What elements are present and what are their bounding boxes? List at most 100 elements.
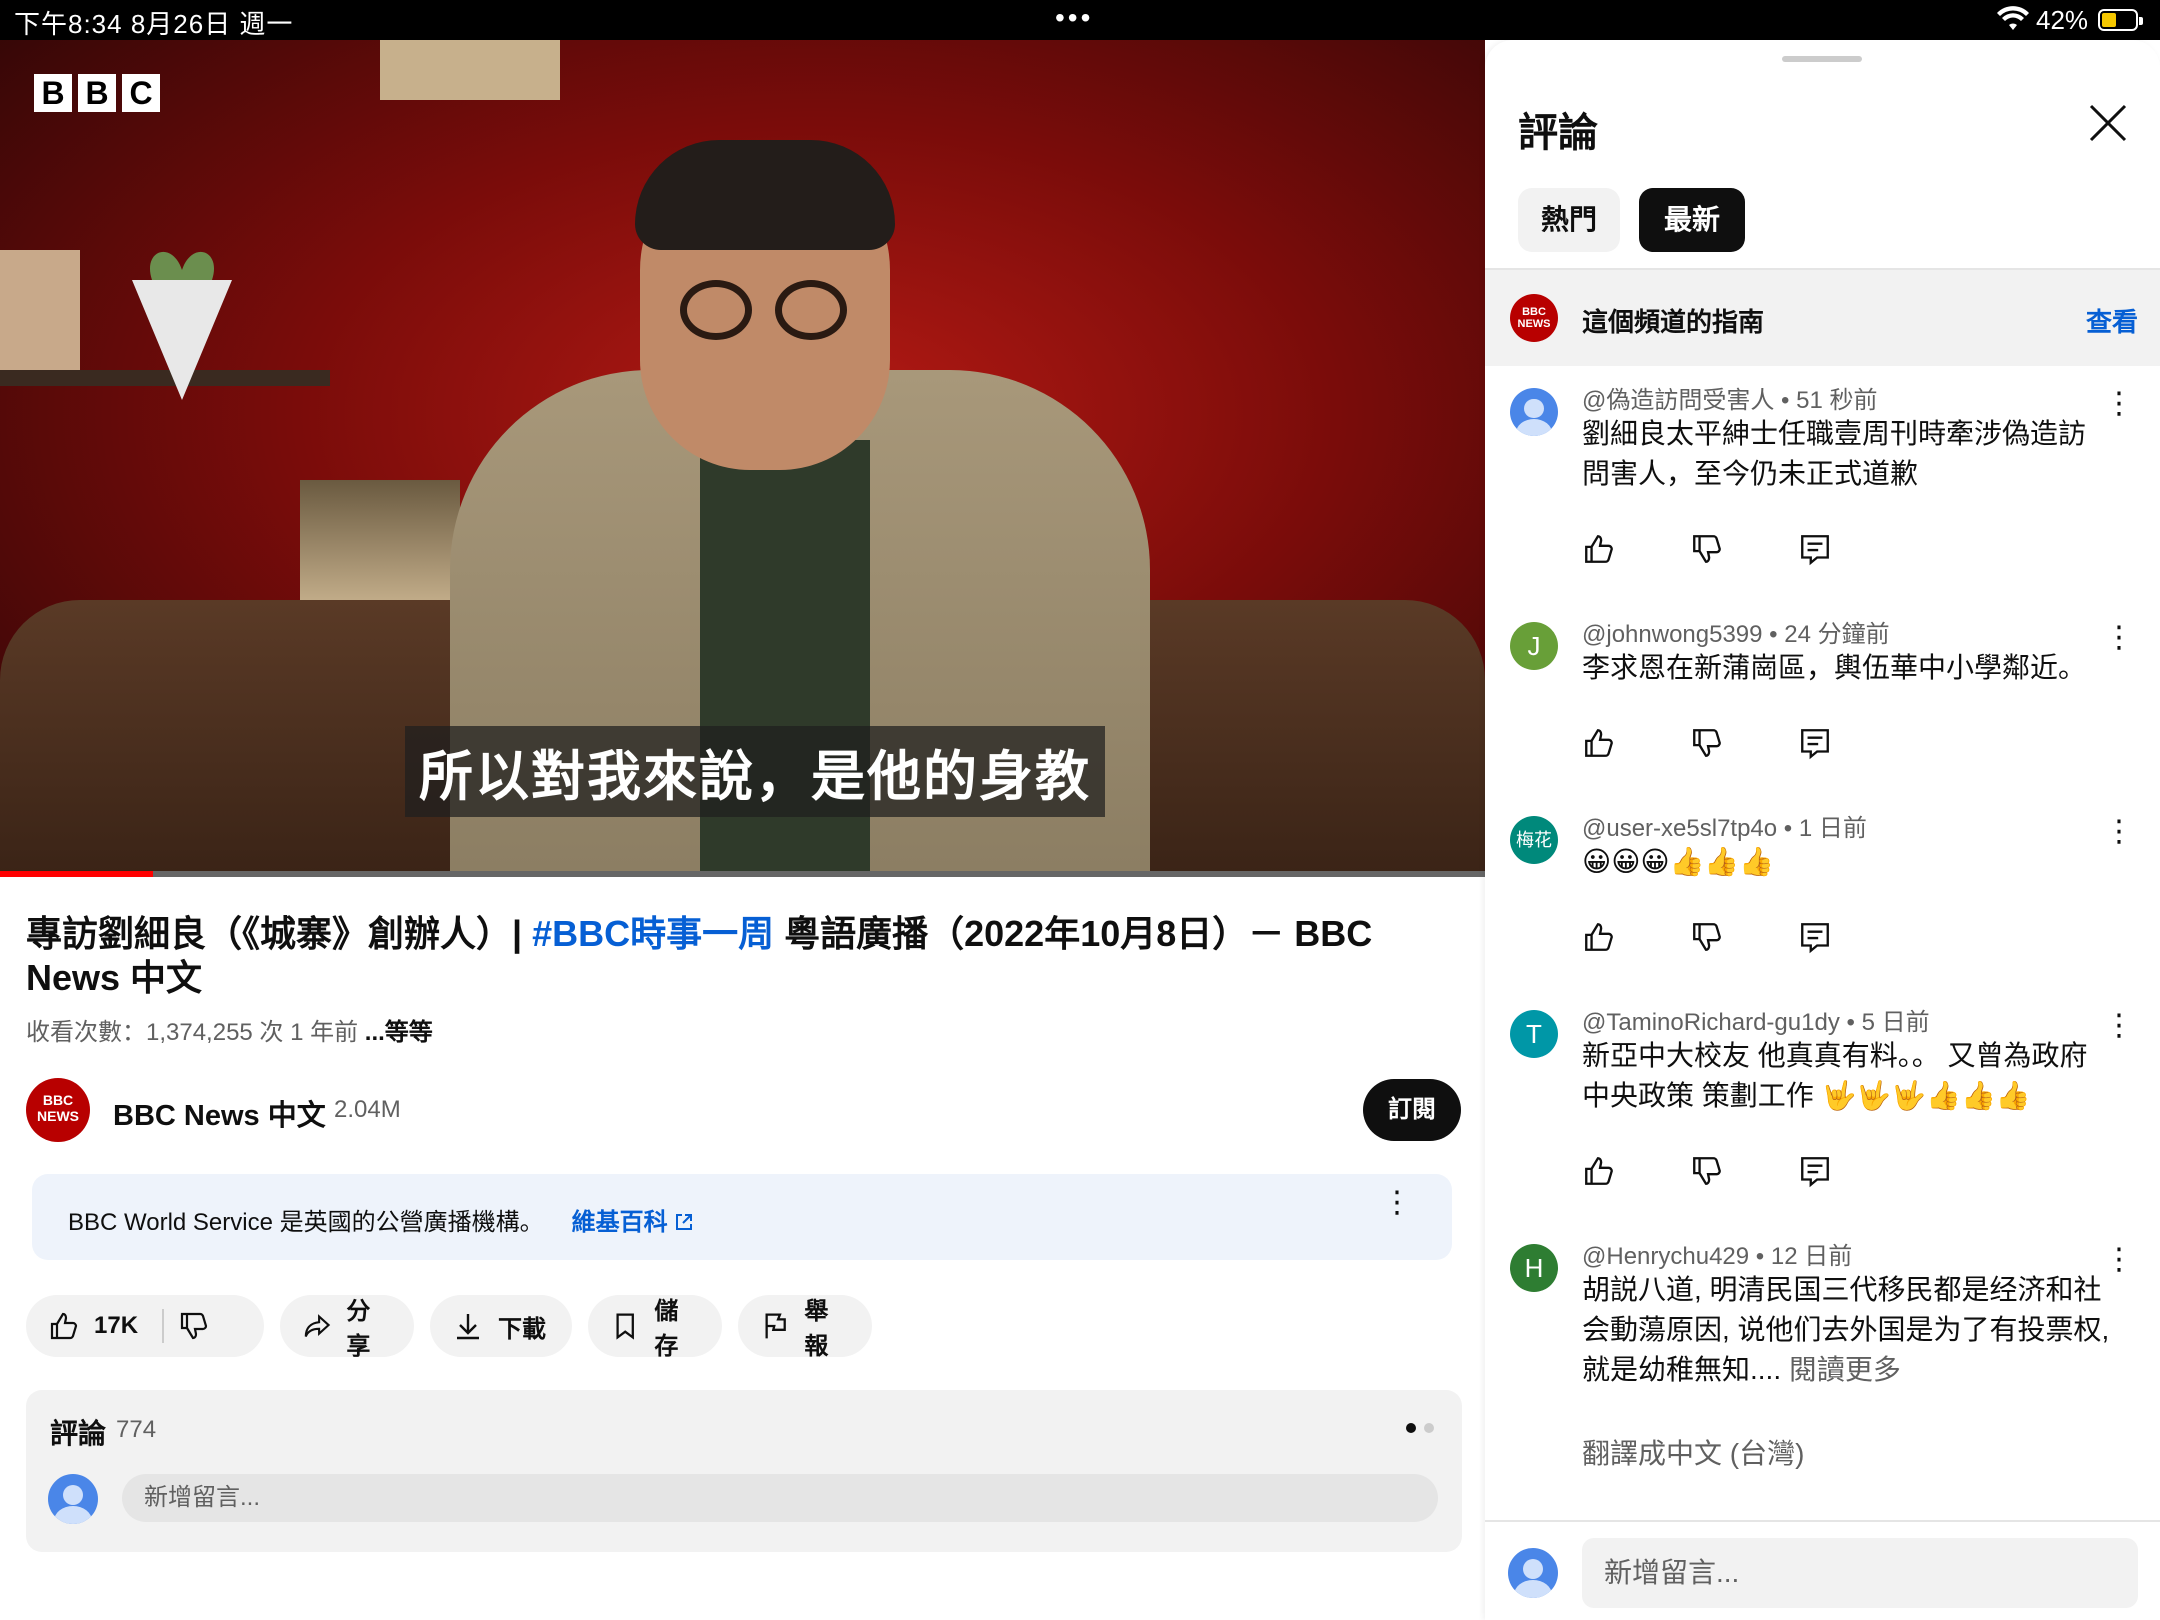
thumbs-up-icon[interactable] <box>48 1310 80 1342</box>
reply-icon[interactable] <box>1798 726 1832 760</box>
reply-icon[interactable] <box>1798 532 1832 566</box>
battery-icon <box>2098 9 2143 31</box>
comment-header: @TaminoRichard-gu1dy • 5 日前 <box>1582 1009 1930 1036</box>
thumbs-down-icon[interactable] <box>1690 726 1724 760</box>
comment-time: 12 日前 <box>1770 1243 1853 1270</box>
comment-author[interactable]: @user-xe5sl7tp4o <box>1582 815 1777 842</box>
panel-title: 評論 <box>1518 111 1598 155</box>
comment-time: 24 分鐘前 <box>1784 621 1890 648</box>
like-count[interactable]: 17K <box>94 1312 138 1340</box>
video-meta[interactable]: 收看次數：1,374,255 次 1 年前 ...等等 <box>26 1012 433 1047</box>
comment-avatar[interactable]: 梅花 <box>1510 816 1558 864</box>
tab-popular[interactable]: 熱門 <box>1518 188 1620 252</box>
status-bar: 下午8:34 8月26日 週一 ••• 42% <box>0 0 2160 40</box>
comment-more-icon[interactable]: ⋮ <box>2104 1011 2134 1041</box>
comment-avatar[interactable]: J <box>1510 622 1558 670</box>
thumbs-up-icon[interactable] <box>1582 532 1616 566</box>
comment-avatar[interactable]: T <box>1510 1010 1558 1058</box>
comments-preview[interactable]: 評論 774 新增留言... <box>26 1390 1462 1552</box>
video-subtitle: 所以對我來說，是他的身教 <box>405 726 1105 817</box>
flag-icon <box>765 1313 786 1339</box>
download-button[interactable]: 下載 <box>430 1295 572 1357</box>
comment-author[interactable]: @偽造訪問受害人 <box>1582 387 1774 414</box>
report-button[interactable]: 舉報 <box>738 1295 872 1360</box>
comment-header: @偽造訪問受害人 • 51 秒前 <box>1582 387 1878 414</box>
channel-name[interactable]: BBC News 中文 <box>113 1092 326 1134</box>
comment-author[interactable]: @Henrychu429 <box>1582 1243 1749 1270</box>
books-right <box>300 480 460 610</box>
person-hair <box>635 140 895 250</box>
divider <box>1485 1520 2160 1522</box>
bookmark-icon <box>616 1313 634 1340</box>
external-link-icon <box>676 1214 693 1230</box>
info-text: BBC World Service 是英國的公營廣播機構。 <box>68 1209 544 1236</box>
channel-avatar[interactable]: BBC NEWS <box>26 1078 90 1142</box>
guide-avatar: BBC NEWS <box>1510 294 1558 342</box>
battery-percent: 42% <box>2036 5 2089 35</box>
wifi-icon <box>1997 6 2029 30</box>
multitasking-dots[interactable]: ••• <box>1055 2 1093 34</box>
user-avatar <box>48 1474 98 1524</box>
status-time: 下午8:34 8月26日 週一 <box>14 9 294 39</box>
comment-author[interactable]: @johnwong5399 <box>1582 621 1763 648</box>
comment-header: @Henrychu429 • 12 日前 <box>1582 1243 1853 1270</box>
guide-text: 這個頻道的指南 <box>1582 307 1765 337</box>
thumbs-down-icon[interactable] <box>1690 1154 1724 1188</box>
comment-actions <box>1582 532 1832 566</box>
thumbs-down-icon[interactable] <box>1690 532 1724 566</box>
comment-actions <box>1582 920 1832 954</box>
comment-author[interactable]: @TaminoRichard-gu1dy <box>1582 1009 1840 1036</box>
guide-view-link[interactable]: 查看 <box>2086 302 2138 339</box>
thumbs-down-icon[interactable] <box>178 1310 210 1342</box>
comment-header: @johnwong5399 • 24 分鐘前 <box>1582 621 1890 648</box>
reply-icon[interactable] <box>1798 920 1832 954</box>
save-button[interactable]: 儲存 <box>588 1295 722 1360</box>
read-more-link[interactable]: 閱讀更多 <box>1789 1354 1901 1385</box>
comment-time: 1 日前 <box>1798 815 1867 842</box>
comment-more-icon[interactable]: ⋮ <box>2104 389 2134 419</box>
books-top <box>380 40 560 100</box>
comment-more-icon[interactable]: ⋮ <box>2104 817 2134 847</box>
comment-more-icon[interactable]: ⋮ <box>2104 623 2134 653</box>
thumbs-down-icon[interactable] <box>1690 920 1724 954</box>
reply-icon[interactable] <box>1798 1154 1832 1188</box>
share-button[interactable]: 分享 <box>280 1295 414 1360</box>
comments-label: 評論 <box>50 1418 107 1449</box>
progress-bar[interactable] <box>0 871 1485 877</box>
comment-time: 51 秒前 <box>1796 387 1878 414</box>
info-more-icon[interactable]: ⋮ <box>1382 1188 1412 1218</box>
comment-avatar[interactable]: H <box>1510 1244 1558 1292</box>
add-comment-input[interactable]: 新增留言... <box>1582 1538 2138 1608</box>
user-avatar <box>1508 1548 1558 1598</box>
comment-avatar[interactable] <box>1510 388 1558 436</box>
drag-handle[interactable] <box>1782 56 1862 62</box>
books-left <box>0 250 80 370</box>
comment-text: 劉細良太平紳士任職壹周刊時牽涉偽造訪問害人，至今仍未正式道歉 <box>1582 418 2087 489</box>
close-icon[interactable] <box>2085 100 2131 146</box>
add-comment-input[interactable]: 新增留言... <box>122 1474 1438 1522</box>
thumbs-up-icon[interactable] <box>1582 920 1616 954</box>
progress-bar-fill <box>0 871 153 877</box>
glasses-left <box>680 280 752 340</box>
page-indicator <box>1398 1420 1434 1438</box>
comment-text: 😀😀😀👍👍👍 <box>1582 846 1775 877</box>
thumbs-up-icon[interactable] <box>1582 1154 1616 1188</box>
translate-link[interactable]: 翻譯成中文 (台灣) <box>1582 1432 1804 1472</box>
comment-text: 李求恩在新蒲崗區，輿伍華中小學鄰近。 <box>1582 652 2087 683</box>
info-panel: BBC World Service 是英國的公營廣播機構。 維基百科 ⋮ <box>32 1174 1452 1260</box>
comment-actions <box>1582 726 1832 760</box>
like-dislike-group: 17K <box>26 1295 264 1357</box>
comments-count: 774 <box>116 1416 157 1443</box>
wikipedia-link[interactable]: 維基百科 <box>572 1209 695 1236</box>
hashtag-link[interactable]: #BBC時事一周 <box>532 913 774 954</box>
more-link[interactable]: ...等等 <box>365 1019 433 1046</box>
plant-pot <box>112 240 252 420</box>
thumbs-up-icon[interactable] <box>1582 726 1616 760</box>
comment-actions <box>1582 1154 1832 1188</box>
comment-text: 胡説八道, 明清民国三代移民都是经济和社会動蕩原因, 说他们去外国是为了有投票权… <box>1582 1274 2110 1385</box>
video-player[interactable]: BBC 所以對我來說，是他的身教 <box>0 40 1485 872</box>
comment-more-icon[interactable]: ⋮ <box>2104 1245 2134 1275</box>
subscribe-button[interactable]: 訂閱 <box>1363 1079 1461 1141</box>
share-icon <box>304 1314 331 1337</box>
tab-newest[interactable]: 最新 <box>1639 188 1745 252</box>
